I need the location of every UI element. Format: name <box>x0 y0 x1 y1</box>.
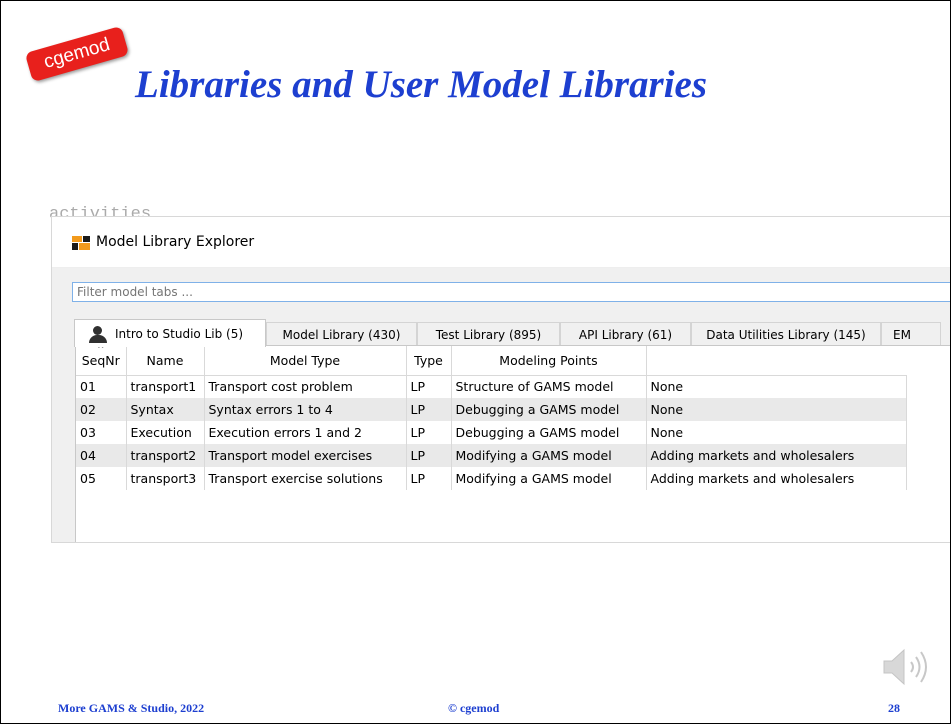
table-row[interactable]: 01 transport1 Transport cost problem LP … <box>76 375 907 398</box>
table-row[interactable]: 05 transport3 Transport exercise solutio… <box>76 467 907 490</box>
tab-model-library[interactable]: Model Library (430) <box>266 322 417 346</box>
window-titlebar[interactable]: Model Library Explorer <box>52 217 950 268</box>
cell-modeling-points: Modifying a GAMS model <box>451 467 647 490</box>
slide: cgemod Libraries and User Model Librarie… <box>0 0 951 724</box>
cell-name: transport3 <box>126 467 205 490</box>
column-header-model-type[interactable]: Model Type <box>204 346 407 376</box>
speaker-icon[interactable] <box>882 647 932 687</box>
library-tabs: Intro to Studio Lib (5) Model Library (4… <box>74 319 950 347</box>
logo-text: cgemod <box>41 34 113 73</box>
sort-ascending-icon: ^ <box>96 345 105 355</box>
tab-intro-to-studio-lib[interactable]: Intro to Studio Lib (5) <box>74 319 266 347</box>
window-content: Intro to Studio Lib (5) Model Library (4… <box>52 268 950 542</box>
cell-model-type: Transport exercise solutions <box>204 467 407 490</box>
cell-modeling-points: Structure of GAMS model <box>451 375 647 398</box>
cell-description: Adding markets and wholesalers <box>646 467 907 490</box>
cell-name: transport1 <box>126 375 205 398</box>
footer-page-number: 28 <box>888 701 900 715</box>
model-library-explorer-window: Model Library Explorer Intro to Studio L… <box>51 216 950 543</box>
column-header-seqnr[interactable]: ^ SeqNr <box>76 345 127 376</box>
tab-label: EM <box>893 327 911 342</box>
cell-model-type: Transport model exercises <box>204 444 407 467</box>
cell-name: Syntax <box>126 398 205 421</box>
cell-type: LP <box>406 421 452 444</box>
cell-seqnr: 03 <box>76 421 127 444</box>
cell-model-type: Transport cost problem <box>204 375 407 398</box>
cell-name: transport2 <box>126 444 205 467</box>
cell-description: None <box>646 398 907 421</box>
cell-type: LP <box>406 398 452 421</box>
tab-test-library[interactable]: Test Library (895) <box>417 322 560 346</box>
cell-description: Adding markets and wholesalers <box>646 444 907 467</box>
column-header-type[interactable]: Type <box>406 346 452 376</box>
table-row[interactable]: 03 Execution Execution errors 1 and 2 LP… <box>76 421 907 444</box>
table-header-row: ^ SeqNr Name Model Type Type Modeling Po… <box>76 345 906 376</box>
cell-type: LP <box>406 467 452 490</box>
tab-label: Model Library (430) <box>282 327 401 342</box>
filter-model-tabs-input[interactable] <box>72 282 950 302</box>
model-table: ^ SeqNr Name Model Type Type Modeling Po… <box>76 346 907 490</box>
cell-description: None <box>646 375 907 398</box>
cell-seqnr: 01 <box>76 375 127 398</box>
table-row[interactable]: 02 Syntax Syntax errors 1 to 4 LP Debugg… <box>76 398 907 421</box>
cell-name: Execution <box>126 421 205 444</box>
cell-modeling-points: Debugging a GAMS model <box>451 398 647 421</box>
tab-api-library[interactable]: API Library (61) <box>560 322 691 346</box>
cell-seqnr: 05 <box>76 467 127 490</box>
gams-app-icon <box>72 236 90 250</box>
cgemod-logo: cgemod <box>24 25 130 83</box>
table-row[interactable]: 04 transport2 Transport model exercises … <box>76 444 907 467</box>
cell-seqnr: 02 <box>76 398 127 421</box>
tab-label: Data Utilities Library (145) <box>706 327 866 342</box>
tab-data-utilities-library[interactable]: Data Utilities Library (145) <box>691 322 881 346</box>
slide-title: Libraries and User Model Libraries <box>135 63 708 106</box>
tab-em[interactable]: EM <box>881 322 941 346</box>
cell-type: LP <box>406 375 452 398</box>
column-header-description[interactable] <box>646 346 906 376</box>
column-header-modeling-points[interactable]: Modeling Points <box>451 346 647 376</box>
cell-modeling-points: Modifying a GAMS model <box>451 444 647 467</box>
tab-label: Test Library (895) <box>435 327 542 342</box>
tab-label: API Library (61) <box>578 327 673 342</box>
cell-seqnr: 04 <box>76 444 127 467</box>
tab-label: Intro to Studio Lib (5) <box>115 326 244 341</box>
cell-model-type: Syntax errors 1 to 4 <box>204 398 407 421</box>
window-title: Model Library Explorer <box>96 234 255 250</box>
cell-model-type: Execution errors 1 and 2 <box>204 421 407 444</box>
person-icon <box>89 325 107 343</box>
cell-modeling-points: Debugging a GAMS model <box>451 421 647 444</box>
footer-copyright: © cgemod <box>448 701 500 715</box>
column-header-name[interactable]: Name <box>126 346 205 376</box>
footer-course-title: More GAMS & Studio, 2022 <box>58 701 205 715</box>
cell-description: None <box>646 421 907 444</box>
cell-type: LP <box>406 444 452 467</box>
model-table-pane: ^ SeqNr Name Model Type Type Modeling Po… <box>75 345 950 542</box>
